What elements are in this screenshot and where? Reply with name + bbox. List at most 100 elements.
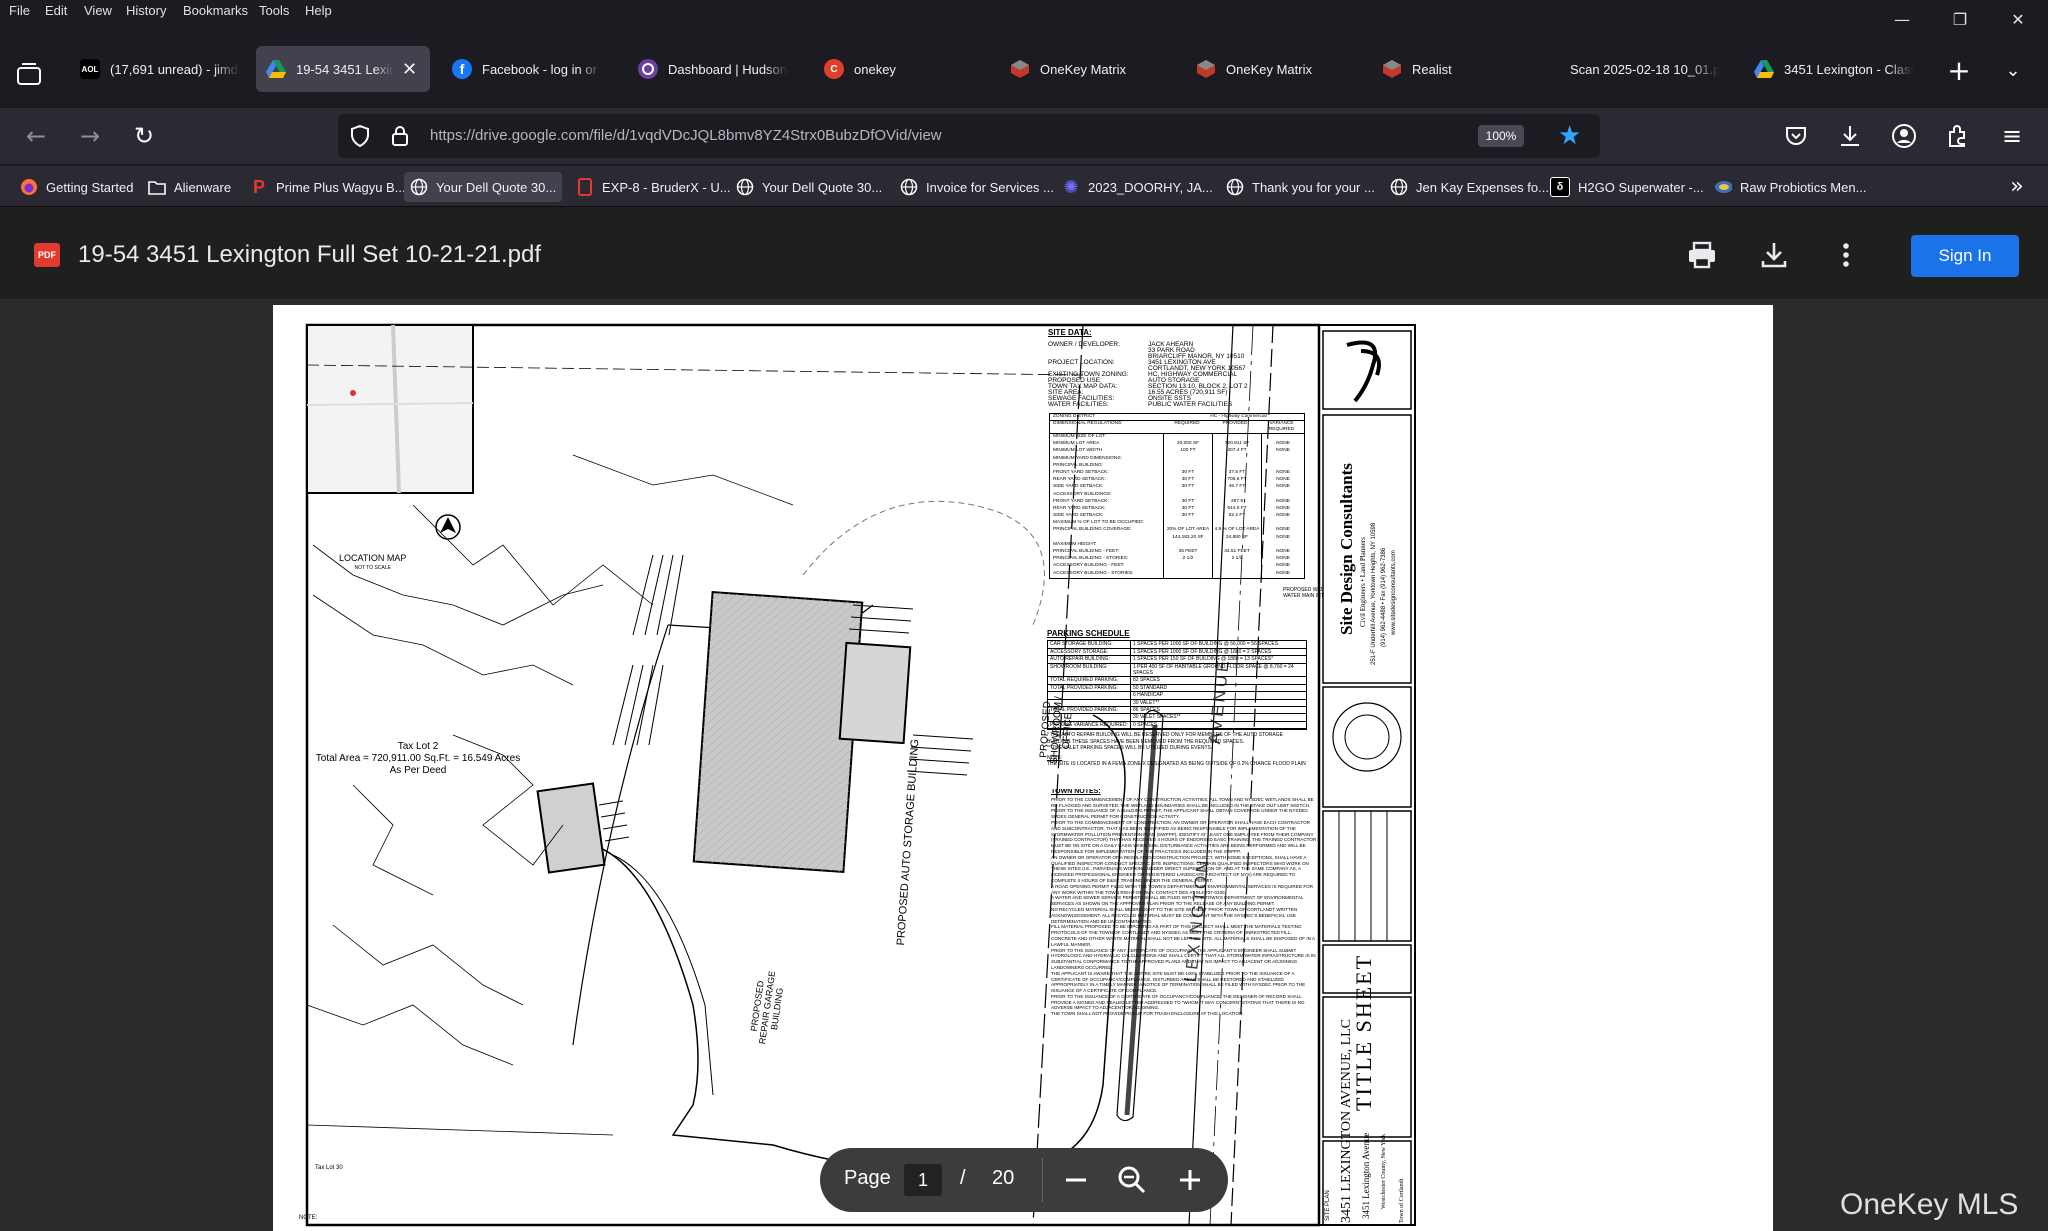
account-icon[interactable] — [1888, 120, 1920, 152]
town-label: Town of Cortlandt — [1399, 1178, 1405, 1223]
menu-edit[interactable]: Edit — [45, 3, 67, 18]
tab-facebook[interactable]: f Facebook - log in or sig — [442, 46, 612, 92]
bookmark-invoice[interactable]: Invoice for Services ... — [894, 172, 1060, 202]
globe-icon — [736, 178, 754, 196]
zoning-cell — [1050, 534, 1164, 542]
parking-cell: 1 SPACES PER 1000 SF OF BUILDING @ 56,00… — [1133, 641, 1279, 648]
site-data-rows: OWNER / DEVELOPER: JACK AHEARN 33 PARK ROA… — [1048, 341, 1308, 408]
url-text[interactable]: https://drive.google.com/file/d/1vqdVDcJ… — [430, 127, 942, 144]
pocket-icon[interactable] — [1780, 120, 1812, 152]
app-menu-icon[interactable]: ≡ — [1996, 120, 2028, 152]
zoning-cell — [1262, 492, 1304, 499]
tab-realist[interactable]: Realist — [1372, 46, 1542, 92]
restore-icon[interactable]: ❐ — [1940, 8, 1980, 32]
sign-in-button[interactable]: Sign In — [1911, 235, 2019, 277]
tab-onekey-matrix-1[interactable]: OneKey Matrix — [1000, 46, 1170, 92]
minimize-icon[interactable]: — — [1882, 8, 1922, 32]
bookmark-raw-probiotics[interactable]: Raw Probiotics Men... — [1708, 172, 1872, 202]
parking-row: 30 VALET** — [1048, 699, 1306, 708]
zoom-level-badge[interactable]: 100% — [1478, 125, 1524, 147]
bookmark-dell-quote-2[interactable]: Your Dell Quote 30... — [730, 172, 888, 202]
zoning-cell — [1213, 570, 1262, 578]
close-window-icon[interactable]: ✕ — [1998, 8, 2038, 32]
more-bookmarks-icon[interactable]: » — [2002, 172, 2032, 202]
print-icon[interactable] — [1686, 239, 1718, 271]
menu-view[interactable]: View — [84, 3, 112, 18]
download-icon[interactable] — [1758, 239, 1790, 271]
menu-help[interactable]: Help — [305, 3, 332, 18]
bookmark-h2go[interactable]: δ H2GO Superwater -... — [1544, 172, 1710, 202]
bookmark-star-icon[interactable]: ★ — [1558, 122, 1586, 150]
bookmark-alienware[interactable]: Alienware — [142, 172, 237, 202]
tab-aol[interactable]: AOL (17,691 unread) - jimdi — [70, 46, 248, 92]
zoning-cell: 4.9 % OF LOT AREA — [1213, 527, 1262, 535]
pdf-viewer[interactable]: LOCATION MAP NOT TO SCALE Tax Lot 2 Tota… — [0, 299, 2048, 1231]
parking-cell: ACCESSORY STORAGE: — [1048, 648, 1131, 656]
zoning-cell: 30 FT — [1164, 513, 1213, 521]
zoning-cell — [1262, 542, 1304, 549]
list-tabs-icon[interactable]: ⌄ — [1998, 56, 2028, 86]
zoning-cell: 2 1/2 — [1164, 556, 1213, 564]
tab-title: Scan 2025-02-18 10_01.pdf — [1570, 61, 1720, 77]
tab-onekey[interactable]: C onekey — [814, 46, 984, 92]
bookmark-label: Prime Plus Wagyu B... — [276, 179, 406, 195]
forward-icon[interactable]: → — [74, 120, 106, 152]
close-tab-icon[interactable]: ✕ — [402, 59, 417, 80]
zoning-cell — [1213, 541, 1262, 549]
bookmark-dell-quote-1[interactable]: Your Dell Quote 30... — [404, 172, 563, 202]
tab-lexington-classic[interactable]: 3451 Lexington - Classi — [1744, 46, 1922, 92]
zoning-cell: 20% OF LOT AREA — [1164, 527, 1213, 535]
matrix-icon — [1010, 59, 1030, 79]
town-note-line: AN OWNER OR OPERATOR OF A REGULATED CONS… — [1051, 854, 1307, 860]
new-tab-icon[interactable]: + — [1944, 56, 1974, 86]
menu-tools[interactable]: Tools — [259, 3, 289, 18]
back-icon[interactable]: ← — [20, 120, 52, 152]
bookmark-thank-you[interactable]: Thank you for your ... — [1220, 172, 1381, 202]
bookmark-getting-started[interactable]: Getting Started — [14, 172, 139, 202]
tab-overview-icon[interactable] — [14, 60, 44, 90]
parking-cell: TOTAL PROVIDED PARKING: — [1048, 684, 1131, 692]
extensions-icon[interactable] — [1942, 120, 1974, 152]
bookmark-prime-plus[interactable]: P Prime Plus Wagyu B... — [244, 172, 412, 202]
zoning-cell — [1213, 563, 1262, 571]
town-note-line: AND SUBCONTRACTOR, THAT HAS BEEN IDENTIF… — [1051, 825, 1296, 831]
shield-icon[interactable] — [348, 124, 372, 148]
bookmark-doorhy[interactable]: ✺ 2023_DOORHY, JA... — [1056, 172, 1219, 202]
zoom-out-icon[interactable] — [1060, 1164, 1092, 1196]
tab-title: Facebook - log in or sig — [482, 61, 602, 77]
bookmark-exp8[interactable]: EXP-8 - BruderX - U... — [570, 172, 737, 202]
tab-drive-active[interactable]: 19-54 3451 Lexington ✕ — [256, 46, 430, 92]
parking-cell — [1048, 699, 1131, 707]
tab-strip: AOL (17,691 unread) - jimdi 19-54 3451 L… — [0, 42, 2048, 106]
zoning-row: ACCESSORY BUILDINGS: — [1050, 491, 1304, 499]
zoning-row: MINIMUM YARD DIMENSIONS: — [1050, 455, 1304, 463]
parking-cell: AUTO REPAIR BUILDING: — [1048, 656, 1131, 663]
town-note-line: THE APPLICANT IS AWARE THAT THE ENTIRE S… — [1051, 970, 1295, 976]
tab-dashboard[interactable]: Dashboard | Hudson G — [628, 46, 798, 92]
zoning-row: REAR YARD SETBACK: 30 FT 644.5 FT NONE — [1050, 505, 1304, 514]
tab-onekey-matrix-2[interactable]: OneKey Matrix — [1186, 46, 1356, 92]
reload-icon[interactable]: ↻ — [128, 120, 160, 152]
zoning-cell: 2 1/2 — [1213, 556, 1262, 564]
pdf-page: LOCATION MAP NOT TO SCALE Tax Lot 2 Tota… — [273, 305, 1773, 1231]
project-address: 3451 Lexington Avenue — [1361, 1132, 1371, 1219]
parking-cell: 6 HANDICAP — [1133, 692, 1164, 699]
menu-bookmarks[interactable]: Bookmarks — [183, 3, 248, 18]
zoning-cell: NONE — [1276, 570, 1290, 576]
bookmark-jen-kay[interactable]: Jen Kay Expenses fo... — [1384, 172, 1555, 202]
zoom-in-icon[interactable] — [1174, 1164, 1206, 1196]
page-number-input[interactable]: 1 — [904, 1164, 942, 1196]
globe-icon — [900, 178, 918, 196]
firm-subtitle-3: (914) 962-4488 • Fax (914) 962-7386 — [1381, 547, 1387, 647]
tab-scan-pdf[interactable]: Scan 2025-02-18 10_01.pdf — [1558, 46, 1728, 92]
lock-icon[interactable] — [388, 124, 412, 148]
url-bar[interactable]: https://drive.google.com/file/d/1vqdVDcJ… — [338, 114, 1600, 158]
bookmark-label: Getting Started — [46, 179, 134, 195]
more-options-icon[interactable] — [1830, 239, 1862, 271]
menu-history[interactable]: History — [126, 3, 166, 18]
menu-file[interactable]: File — [9, 3, 30, 18]
downloads-icon[interactable] — [1834, 120, 1866, 152]
drive-viewer-header: PDF 19-54 3451 Lexington Full Set 10-21-… — [0, 207, 2048, 299]
menu-bar: File Edit View History Bookmarks Tools H… — [0, 0, 2048, 22]
fit-zoom-icon[interactable] — [1116, 1164, 1148, 1196]
